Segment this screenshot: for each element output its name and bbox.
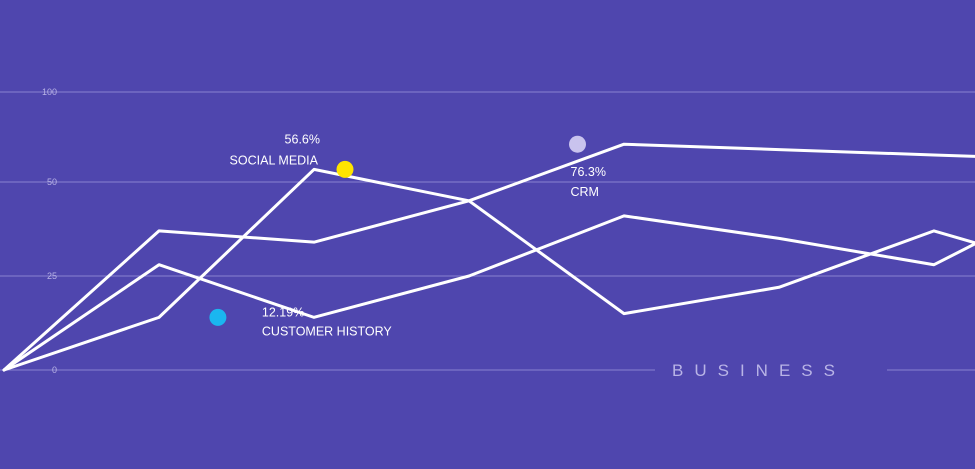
annotation-value-1: 56.6% bbox=[285, 132, 320, 146]
y-tick-25: 25 bbox=[47, 271, 57, 281]
annotation-label-2: CUSTOMER HISTORY bbox=[262, 324, 393, 338]
y-tick-50: 50 bbox=[47, 177, 57, 187]
annotation-label-1: SOCIAL MEDIA bbox=[230, 153, 319, 167]
series-line-2 bbox=[2, 214, 975, 372]
axis-word-business: BUSINESS bbox=[672, 361, 846, 380]
annotation-marker-2 bbox=[209, 308, 227, 326]
annotation-value-3: 76.3% bbox=[571, 165, 606, 179]
y-tick-0: 0 bbox=[52, 365, 57, 375]
line-chart: 0 25 50 100 BUSINESS 56.6% SOCIAL MEDIA 12.19… bbox=[0, 87, 975, 380]
annotation-label-3: CRM bbox=[571, 185, 599, 199]
axis-word-group: BUSINESS bbox=[655, 361, 887, 380]
grid bbox=[0, 91, 975, 371]
series-lines bbox=[2, 142, 975, 372]
y-tick-100: 100 bbox=[42, 87, 57, 97]
y-tick-labels: 0 25 50 100 bbox=[42, 87, 57, 375]
annotation-marker-1 bbox=[336, 160, 354, 178]
annotation-value-2: 12.19% bbox=[262, 305, 304, 319]
series-line-1 bbox=[2, 142, 975, 372]
annotations: 56.6% SOCIAL MEDIA 12.19% CUSTOMER HISTORY 7… bbox=[209, 132, 606, 338]
annotation-marker-3 bbox=[569, 135, 586, 153]
